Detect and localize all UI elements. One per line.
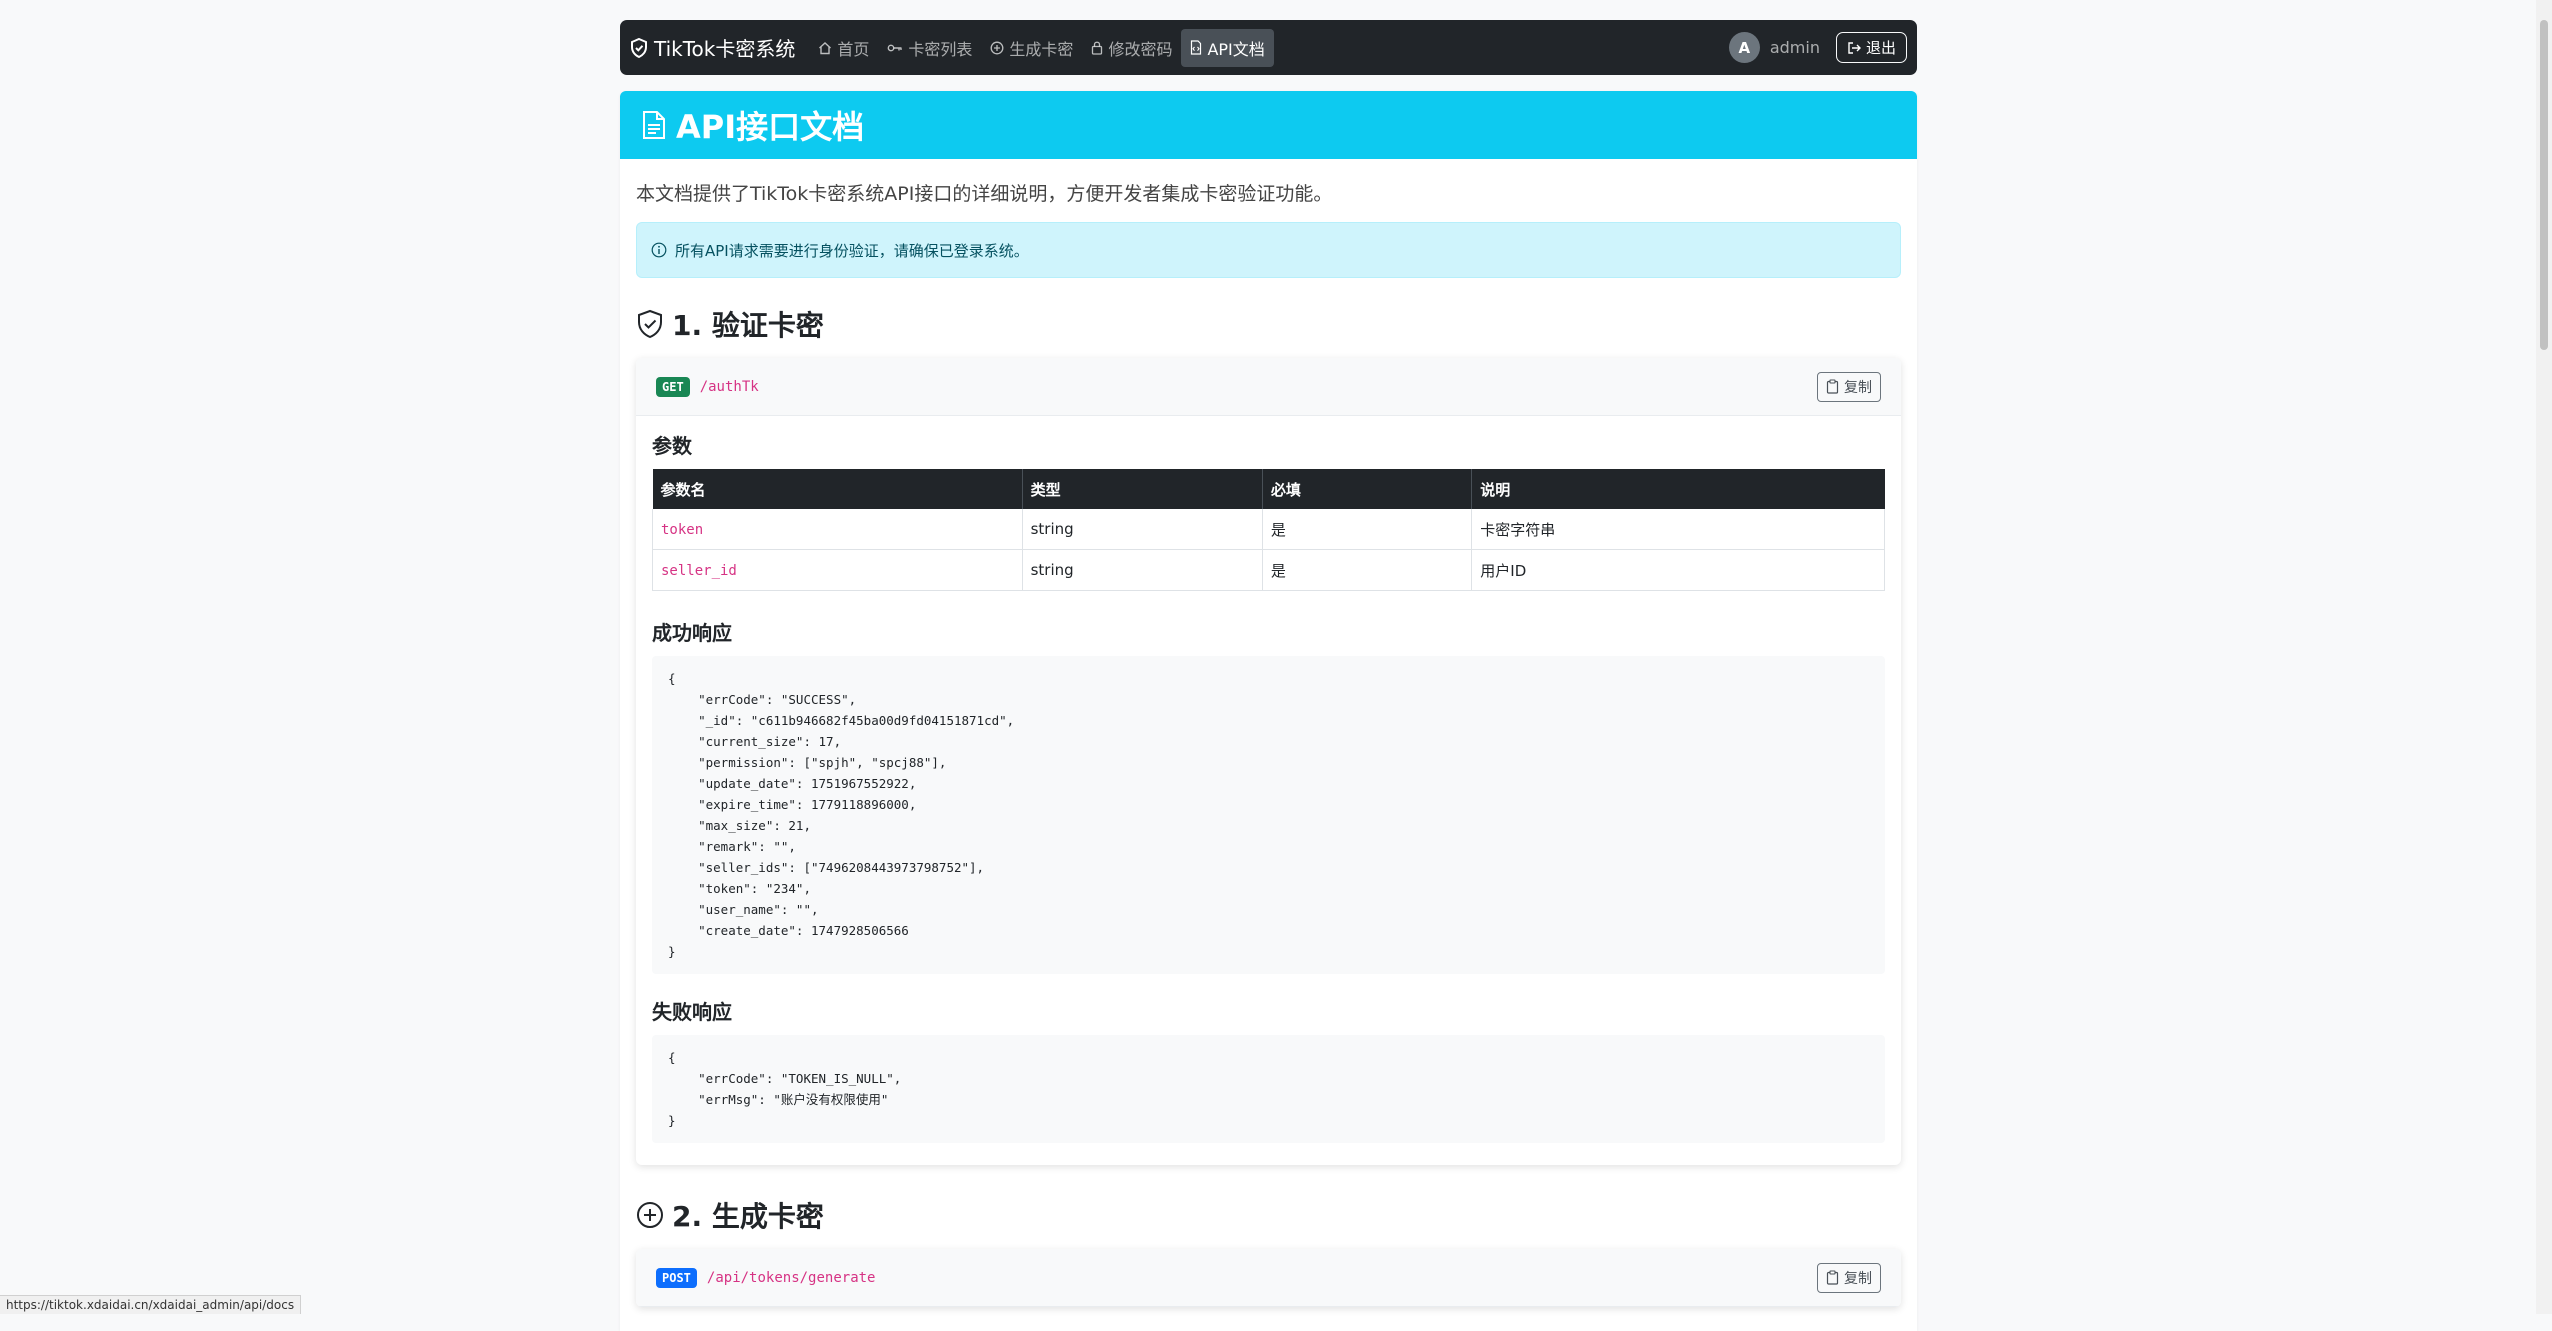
col-required: 必填 (1262, 469, 1473, 509)
method-badge: GET (656, 376, 690, 397)
clipboard-icon (1826, 1270, 1839, 1285)
param-name: seller_id (661, 563, 737, 579)
endpoint-verify-header: GET /authTk 复制 (636, 358, 1901, 416)
fail-response-title: 失败响应 (652, 1000, 732, 1024)
param-type: string (1022, 549, 1263, 591)
section-generate-label: 2. 生成卡密 (672, 1200, 824, 1233)
col-type: 类型 (1022, 469, 1263, 509)
document-icon (643, 111, 665, 139)
col-param-name: 参数名 (652, 469, 1023, 509)
shield-icon (631, 37, 647, 58)
lock-icon (1092, 41, 1103, 55)
endpoint-verify-card: GET /authTk 复制 参数 参数名 类型 必填 说明 token str… (636, 358, 1901, 1165)
plus-circle-icon (637, 1202, 663, 1228)
navbar: TikTok卡密系统 首页 卡密列表 生成卡密 修改密码 API文档 A adm… (620, 20, 1917, 75)
table-row: token string 是 卡密字符串 (652, 509, 1885, 550)
auth-alert-text: 所有API请求需要进行身份验证，请确保已登录系统。 (675, 241, 1029, 260)
nav-home[interactable]: 首页 (809, 29, 878, 67)
param-type: string (1022, 509, 1263, 550)
endpoint-path: /authTk (699, 378, 759, 395)
param-desc: 卡密字符串 (1471, 509, 1885, 550)
status-bar-url: https://tiktok.xdaidai.cn/xdaidai_admin/… (0, 1295, 302, 1314)
params-table: 参数名 类型 必填 说明 token string 是 卡密字符串 seller… (652, 469, 1885, 591)
nav-api-docs-label: API文档 (1207, 39, 1265, 59)
copy-button[interactable]: 复制 (1817, 371, 1881, 402)
section-verify-label: 1. 验证卡密 (672, 309, 824, 342)
success-response-code: { "errCode": "SUCCESS", "_id": "c611b946… (652, 656, 1885, 974)
shield-check-icon (638, 309, 662, 339)
key-icon (888, 44, 903, 51)
nav-home-label: 首页 (837, 39, 870, 59)
auth-alert: 所有API请求需要进行身份验证，请确保已登录系统。 (636, 222, 1901, 278)
brand[interactable]: TikTok卡密系统 (630, 33, 795, 62)
page-title: API接口文档 (676, 108, 865, 146)
code-file-icon (1191, 40, 1202, 55)
nav-change-password-label: 修改密码 (1108, 39, 1173, 59)
nav-api-docs[interactable]: API文档 (1181, 28, 1274, 67)
scrollbar-thumb[interactable] (2540, 20, 2548, 350)
docs-card-body: 本文档提供了TikTok卡密系统API接口的详细说明，方便开发者集成卡密验证功能… (620, 159, 1917, 1307)
logout-icon (1848, 41, 1861, 54)
logout-label: 退出 (1865, 39, 1896, 57)
logout-button[interactable]: 退出 (1835, 32, 1907, 63)
endpoint-path: /api/tokens/generate (706, 1269, 876, 1286)
docs-card-header: API接口文档 (620, 91, 1917, 159)
param-required: 是 (1262, 549, 1473, 591)
avatar[interactable]: A (1728, 32, 1760, 63)
section-verify-title: 1. 验证卡密 (636, 304, 1901, 344)
nav-change-password[interactable]: 修改密码 (1082, 29, 1181, 67)
nav-generate[interactable]: 生成卡密 (981, 29, 1082, 67)
endpoint-generate-header: POST /api/tokens/generate 复制 (636, 1249, 1901, 1307)
user-name[interactable]: admin (1770, 38, 1820, 57)
copy-label: 复制 (1844, 1270, 1872, 1287)
copy-label: 复制 (1844, 379, 1872, 396)
endpoint-generate-card: POST /api/tokens/generate 复制 (636, 1249, 1901, 1307)
param-desc: 用户ID (1471, 549, 1885, 591)
params-title: 参数 (652, 434, 692, 458)
nav-token-list-label: 卡密列表 (908, 39, 973, 59)
params-header-row: 参数名 类型 必填 说明 (652, 469, 1885, 509)
info-icon (651, 242, 667, 258)
nav-generate-label: 生成卡密 (1009, 39, 1074, 59)
param-name: token (661, 522, 704, 538)
fail-response-code: { "errCode": "TOKEN_IS_NULL", "errMsg": … (652, 1035, 1885, 1143)
clipboard-icon (1826, 379, 1839, 394)
section-generate-title: 2. 生成卡密 (636, 1195, 1901, 1235)
method-badge: POST (656, 1267, 697, 1288)
plus-circle-icon (990, 41, 1004, 54)
param-required: 是 (1262, 509, 1473, 550)
house-icon (819, 41, 832, 54)
table-row: seller_id string 是 用户ID (652, 549, 1885, 591)
page-container: TikTok卡密系统 首页 卡密列表 生成卡密 修改密码 API文档 A adm… (620, 20, 1917, 1331)
copy-button[interactable]: 复制 (1817, 1262, 1881, 1293)
endpoint-verify-body: 参数 参数名 类型 必填 说明 token string 是 卡密字符串 sel… (636, 416, 1901, 1165)
nav-token-list[interactable]: 卡密列表 (878, 29, 981, 67)
intro-text: 本文档提供了TikTok卡密系统API接口的详细说明，方便开发者集成卡密验证功能… (636, 183, 1333, 205)
col-desc: 说明 (1471, 469, 1885, 509)
docs-card: API接口文档 本文档提供了TikTok卡密系统API接口的详细说明，方便开发者… (620, 91, 1917, 1331)
success-response-title: 成功响应 (652, 621, 732, 645)
brand-label: TikTok卡密系统 (654, 37, 796, 61)
vertical-scrollbar[interactable] (2536, 0, 2552, 1314)
